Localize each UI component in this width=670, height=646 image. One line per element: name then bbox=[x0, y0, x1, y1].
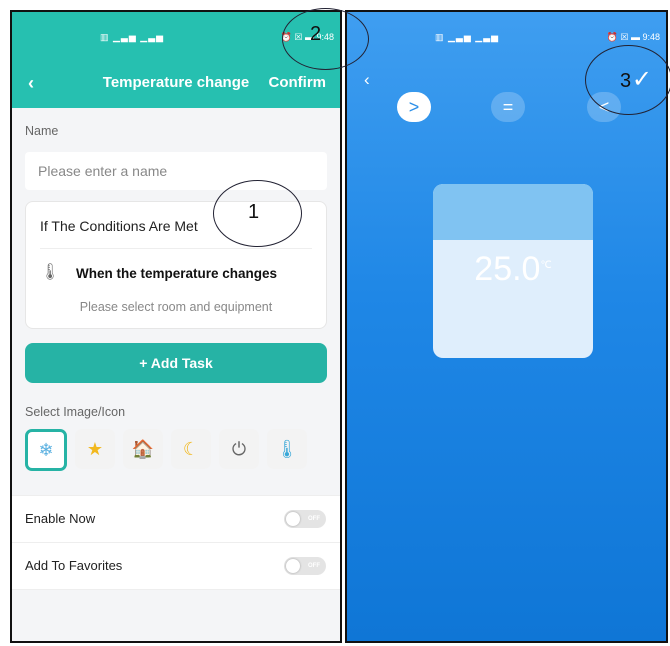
snowflake-home-icon[interactable]: ❄ bbox=[25, 429, 67, 471]
equals-button[interactable]: = bbox=[491, 92, 525, 122]
left-phone-screen: ▥ ▁▃▅ ▁▃▅ ⏰ ☒ ▬ 9:48 ‹ Temperature chang… bbox=[10, 10, 342, 643]
name-input[interactable]: Please enter a name bbox=[25, 152, 327, 190]
enable-now-toggle[interactable]: OFF bbox=[284, 510, 326, 528]
home-icon: 🏠 bbox=[131, 438, 155, 459]
star-home-icon[interactable]: ★ bbox=[75, 429, 115, 469]
equals-label: = bbox=[502, 96, 514, 117]
condition-title: If The Conditions Are Met bbox=[40, 218, 198, 234]
thermometer-icon: 🌡 bbox=[40, 264, 61, 281]
house-icon[interactable]: 🏠 bbox=[123, 429, 163, 469]
star-icon: ★ bbox=[86, 438, 104, 459]
annotation-label-2: 2 bbox=[310, 23, 322, 45]
toggle-state: OFF bbox=[308, 563, 320, 569]
status-right: ⏰ ☒ ▬ 9:48 bbox=[606, 32, 660, 42]
greater-than-label: > bbox=[408, 96, 420, 117]
icon-row: ❄ ★ 🏠 ☾ ⏻ 🌡 bbox=[12, 429, 340, 471]
temperature-value: 25.0℃ bbox=[433, 250, 593, 289]
toggle-state: OFF bbox=[308, 516, 320, 522]
greater-than-button[interactable]: > bbox=[397, 92, 431, 122]
back-button[interactable]: ‹ bbox=[364, 70, 370, 90]
picker-top bbox=[433, 184, 593, 240]
toggle-knob bbox=[286, 512, 300, 526]
nav-bar: ‹ Temperature change Confirm bbox=[12, 62, 340, 108]
temperature-number: 25.0 bbox=[474, 250, 541, 288]
power-glyph: ⏻ bbox=[231, 438, 247, 459]
toggle-knob bbox=[286, 559, 300, 573]
confirm-button[interactable]: Confirm bbox=[269, 74, 327, 91]
thermometer-glyph: 🌡 bbox=[275, 438, 299, 459]
name-label: Name bbox=[25, 124, 59, 138]
moon-glyph: ☾ bbox=[182, 438, 200, 459]
annotation-circle-2 bbox=[282, 8, 369, 70]
enable-now-label: Enable Now bbox=[25, 511, 96, 526]
select-image-label: Select Image/Icon bbox=[25, 405, 126, 419]
thermometer-tile-icon[interactable]: 🌡 bbox=[267, 429, 307, 469]
add-favorites-label: Add To Favorites bbox=[25, 558, 123, 573]
moon-icon[interactable]: ☾ bbox=[171, 429, 211, 469]
power-icon[interactable]: ⏻ bbox=[219, 429, 259, 469]
annotation-label-1: 1 bbox=[248, 201, 260, 223]
select-room-equipment[interactable]: Please select room and equipment bbox=[26, 300, 326, 314]
divider bbox=[40, 248, 312, 249]
annotation-label-3: 3 bbox=[620, 70, 632, 92]
signal-indicator: ▥ ▁▃▅ ▁▃▅ bbox=[435, 32, 500, 42]
add-task-button[interactable]: + Add Task bbox=[25, 343, 327, 383]
snowflake-icon: ❄ bbox=[38, 439, 54, 460]
signal-indicator: ▥ ▁▃▅ ▁▃▅ bbox=[100, 32, 165, 42]
enable-now-row: Enable Now OFF bbox=[12, 495, 340, 542]
condition-item[interactable]: When the temperature changes bbox=[76, 266, 277, 281]
temperature-unit: ℃ bbox=[540, 260, 552, 271]
add-favorites-toggle[interactable]: OFF bbox=[284, 557, 326, 575]
temperature-picker[interactable]: 25.0℃ bbox=[433, 184, 593, 358]
add-favorites-row: Add To Favorites OFF bbox=[12, 542, 340, 590]
